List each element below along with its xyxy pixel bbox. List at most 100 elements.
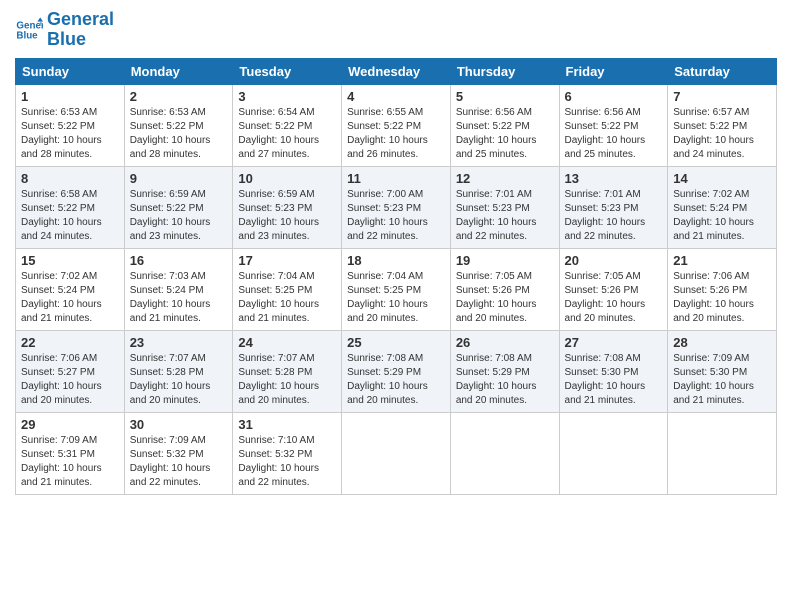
day-info: Sunrise: 7:05 AM Sunset: 5:26 PM Dayligh… [565,270,663,326]
calendar-cell: 14Sunrise: 7:02 AM Sunset: 5:24 PM Dayli… [668,166,777,248]
day-number: 2 [130,89,228,104]
header: General Blue General Blue [15,10,777,50]
calendar-week-3: 15 Sunrise: 7:02 AM Sunset: 5:24 PM Dayli… [16,248,777,330]
calendar-body: 1 Sunrise: 6:53 AM Sunset: 5:22 PM Daylig… [16,84,777,494]
calendar-cell: 12Sunrise: 7:01 AM Sunset: 5:23 PM Dayli… [450,166,559,248]
day-number: 17 [238,253,336,268]
calendar-cell: 16 Sunrise: 7:03 AM Sunset: 5:24 PM Dayli… [124,248,233,330]
day-number: 22 [21,335,119,350]
calendar-cell: 25 Sunrise: 7:08 AM Sunset: 5:29 PM Dayli… [342,330,451,412]
day-info: Sunrise: 6:57 AM Sunset: 5:22 PM Dayligh… [673,106,771,162]
day-number: 15 [21,253,119,268]
day-info: Sunrise: 6:59 AM Sunset: 5:22 PM Dayligh… [130,188,228,244]
calendar-cell [342,412,451,494]
day-info: Sunrise: 7:09 AM Sunset: 5:31 PM Dayligh… [21,434,119,490]
day-number: 18 [347,253,445,268]
day-number: 30 [130,417,228,432]
calendar-cell: 6Sunrise: 6:56 AM Sunset: 5:22 PM Daylig… [559,84,668,166]
calendar-cell: 5 Sunrise: 6:56 AM Sunset: 5:22 PM Daylig… [450,84,559,166]
calendar-cell: 27 Sunrise: 7:08 AM Sunset: 5:30 PM Dayli… [559,330,668,412]
calendar-cell [450,412,559,494]
calendar-cell: 3 Sunrise: 6:54 AM Sunset: 5:22 PM Daylig… [233,84,342,166]
day-info: Sunrise: 7:06 AM Sunset: 5:26 PM Dayligh… [673,270,771,326]
calendar-cell: 21Sunrise: 7:06 AM Sunset: 5:26 PM Dayli… [668,248,777,330]
day-info: Sunrise: 6:59 AM Sunset: 5:23 PM Dayligh… [238,188,336,244]
day-number: 26 [456,335,554,350]
logo-text-line2: Blue [47,30,114,50]
calendar-week-5: 29 Sunrise: 7:09 AM Sunset: 5:31 PM Dayli… [16,412,777,494]
day-number: 24 [238,335,336,350]
day-header-thursday: Thursday [450,58,559,84]
day-info: Sunrise: 7:08 AM Sunset: 5:29 PM Dayligh… [347,352,445,408]
day-number: 31 [238,417,336,432]
day-header-saturday: Saturday [668,58,777,84]
day-number: 25 [347,335,445,350]
calendar-cell: 2 Sunrise: 6:53 AM Sunset: 5:22 PM Daylig… [124,84,233,166]
calendar-cell: 18 Sunrise: 7:04 AM Sunset: 5:25 PM Dayli… [342,248,451,330]
day-number: 3 [238,89,336,104]
day-info: Sunrise: 7:07 AM Sunset: 5:28 PM Dayligh… [130,352,228,408]
day-info: Sunrise: 7:09 AM Sunset: 5:30 PM Dayligh… [673,352,771,408]
calendar-cell: 13 Sunrise: 7:01 AM Sunset: 5:23 PM Dayli… [559,166,668,248]
day-info: Sunrise: 7:03 AM Sunset: 5:24 PM Dayligh… [130,270,228,326]
day-info: Sunrise: 6:55 AM Sunset: 5:22 PM Dayligh… [347,106,445,162]
day-info: Sunrise: 7:04 AM Sunset: 5:25 PM Dayligh… [238,270,336,326]
day-header-tuesday: Tuesday [233,58,342,84]
calendar-cell: 20 Sunrise: 7:05 AM Sunset: 5:26 PM Dayli… [559,248,668,330]
day-number: 29 [21,417,119,432]
day-info: Sunrise: 7:07 AM Sunset: 5:28 PM Dayligh… [238,352,336,408]
day-number: 7 [673,89,771,104]
day-number: 5 [456,89,554,104]
logo-icon: General Blue [15,16,43,44]
day-header-wednesday: Wednesday [342,58,451,84]
calendar-cell: 7 Sunrise: 6:57 AM Sunset: 5:22 PM Daylig… [668,84,777,166]
day-info: Sunrise: 7:02 AM Sunset: 5:24 PM Dayligh… [21,270,119,326]
day-info: Sunrise: 7:00 AM Sunset: 5:23 PM Dayligh… [347,188,445,244]
day-number: 4 [347,89,445,104]
calendar-cell: 22 Sunrise: 7:06 AM Sunset: 5:27 PM Dayli… [16,330,125,412]
day-header-monday: Monday [124,58,233,84]
calendar-week-4: 22 Sunrise: 7:06 AM Sunset: 5:27 PM Dayli… [16,330,777,412]
calendar-cell: 29 Sunrise: 7:09 AM Sunset: 5:31 PM Dayli… [16,412,125,494]
day-info: Sunrise: 7:06 AM Sunset: 5:27 PM Dayligh… [21,352,119,408]
day-info: Sunrise: 7:08 AM Sunset: 5:30 PM Dayligh… [565,352,663,408]
day-info: Sunrise: 7:04 AM Sunset: 5:25 PM Dayligh… [347,270,445,326]
day-info: Sunrise: 7:01 AM Sunset: 5:23 PM Dayligh… [565,188,663,244]
day-info: Sunrise: 6:54 AM Sunset: 5:22 PM Dayligh… [238,106,336,162]
calendar-week-2: 8 Sunrise: 6:58 AM Sunset: 5:22 PM Daylig… [16,166,777,248]
calendar-cell: 24 Sunrise: 7:07 AM Sunset: 5:28 PM Dayli… [233,330,342,412]
calendar-cell: 31Sunrise: 7:10 AM Sunset: 5:32 PM Dayli… [233,412,342,494]
day-number: 28 [673,335,771,350]
calendar-cell: 1 Sunrise: 6:53 AM Sunset: 5:22 PM Daylig… [16,84,125,166]
calendar-cell: 8 Sunrise: 6:58 AM Sunset: 5:22 PM Daylig… [16,166,125,248]
calendar-cell: 11Sunrise: 7:00 AM Sunset: 5:23 PM Dayli… [342,166,451,248]
day-info: Sunrise: 6:53 AM Sunset: 5:22 PM Dayligh… [21,106,119,162]
day-info: Sunrise: 7:01 AM Sunset: 5:23 PM Dayligh… [456,188,554,244]
calendar-cell: 4 Sunrise: 6:55 AM Sunset: 5:22 PM Daylig… [342,84,451,166]
calendar-cell: 28 Sunrise: 7:09 AM Sunset: 5:30 PM Dayli… [668,330,777,412]
day-number: 1 [21,89,119,104]
day-header-sunday: Sunday [16,58,125,84]
day-number: 9 [130,171,228,186]
day-number: 6 [565,89,663,104]
day-number: 13 [565,171,663,186]
calendar-cell [559,412,668,494]
day-info: Sunrise: 7:08 AM Sunset: 5:29 PM Dayligh… [456,352,554,408]
svg-text:Blue: Blue [16,30,38,41]
day-number: 27 [565,335,663,350]
calendar-cell: 19Sunrise: 7:05 AM Sunset: 5:26 PM Dayli… [450,248,559,330]
day-info: Sunrise: 6:53 AM Sunset: 5:22 PM Dayligh… [130,106,228,162]
day-info: Sunrise: 6:58 AM Sunset: 5:22 PM Dayligh… [21,188,119,244]
calendar-header-row: SundayMondayTuesdayWednesdayThursdayFrid… [16,58,777,84]
logo-text-line1: General [47,10,114,30]
calendar-week-1: 1 Sunrise: 6:53 AM Sunset: 5:22 PM Daylig… [16,84,777,166]
day-info: Sunrise: 6:56 AM Sunset: 5:22 PM Dayligh… [456,106,554,162]
calendar-cell: 23 Sunrise: 7:07 AM Sunset: 5:28 PM Dayli… [124,330,233,412]
day-number: 8 [21,171,119,186]
day-number: 20 [565,253,663,268]
day-info: Sunrise: 7:09 AM Sunset: 5:32 PM Dayligh… [130,434,228,490]
day-number: 16 [130,253,228,268]
calendar-table: SundayMondayTuesdayWednesdayThursdayFrid… [15,58,777,495]
day-header-friday: Friday [559,58,668,84]
day-number: 23 [130,335,228,350]
